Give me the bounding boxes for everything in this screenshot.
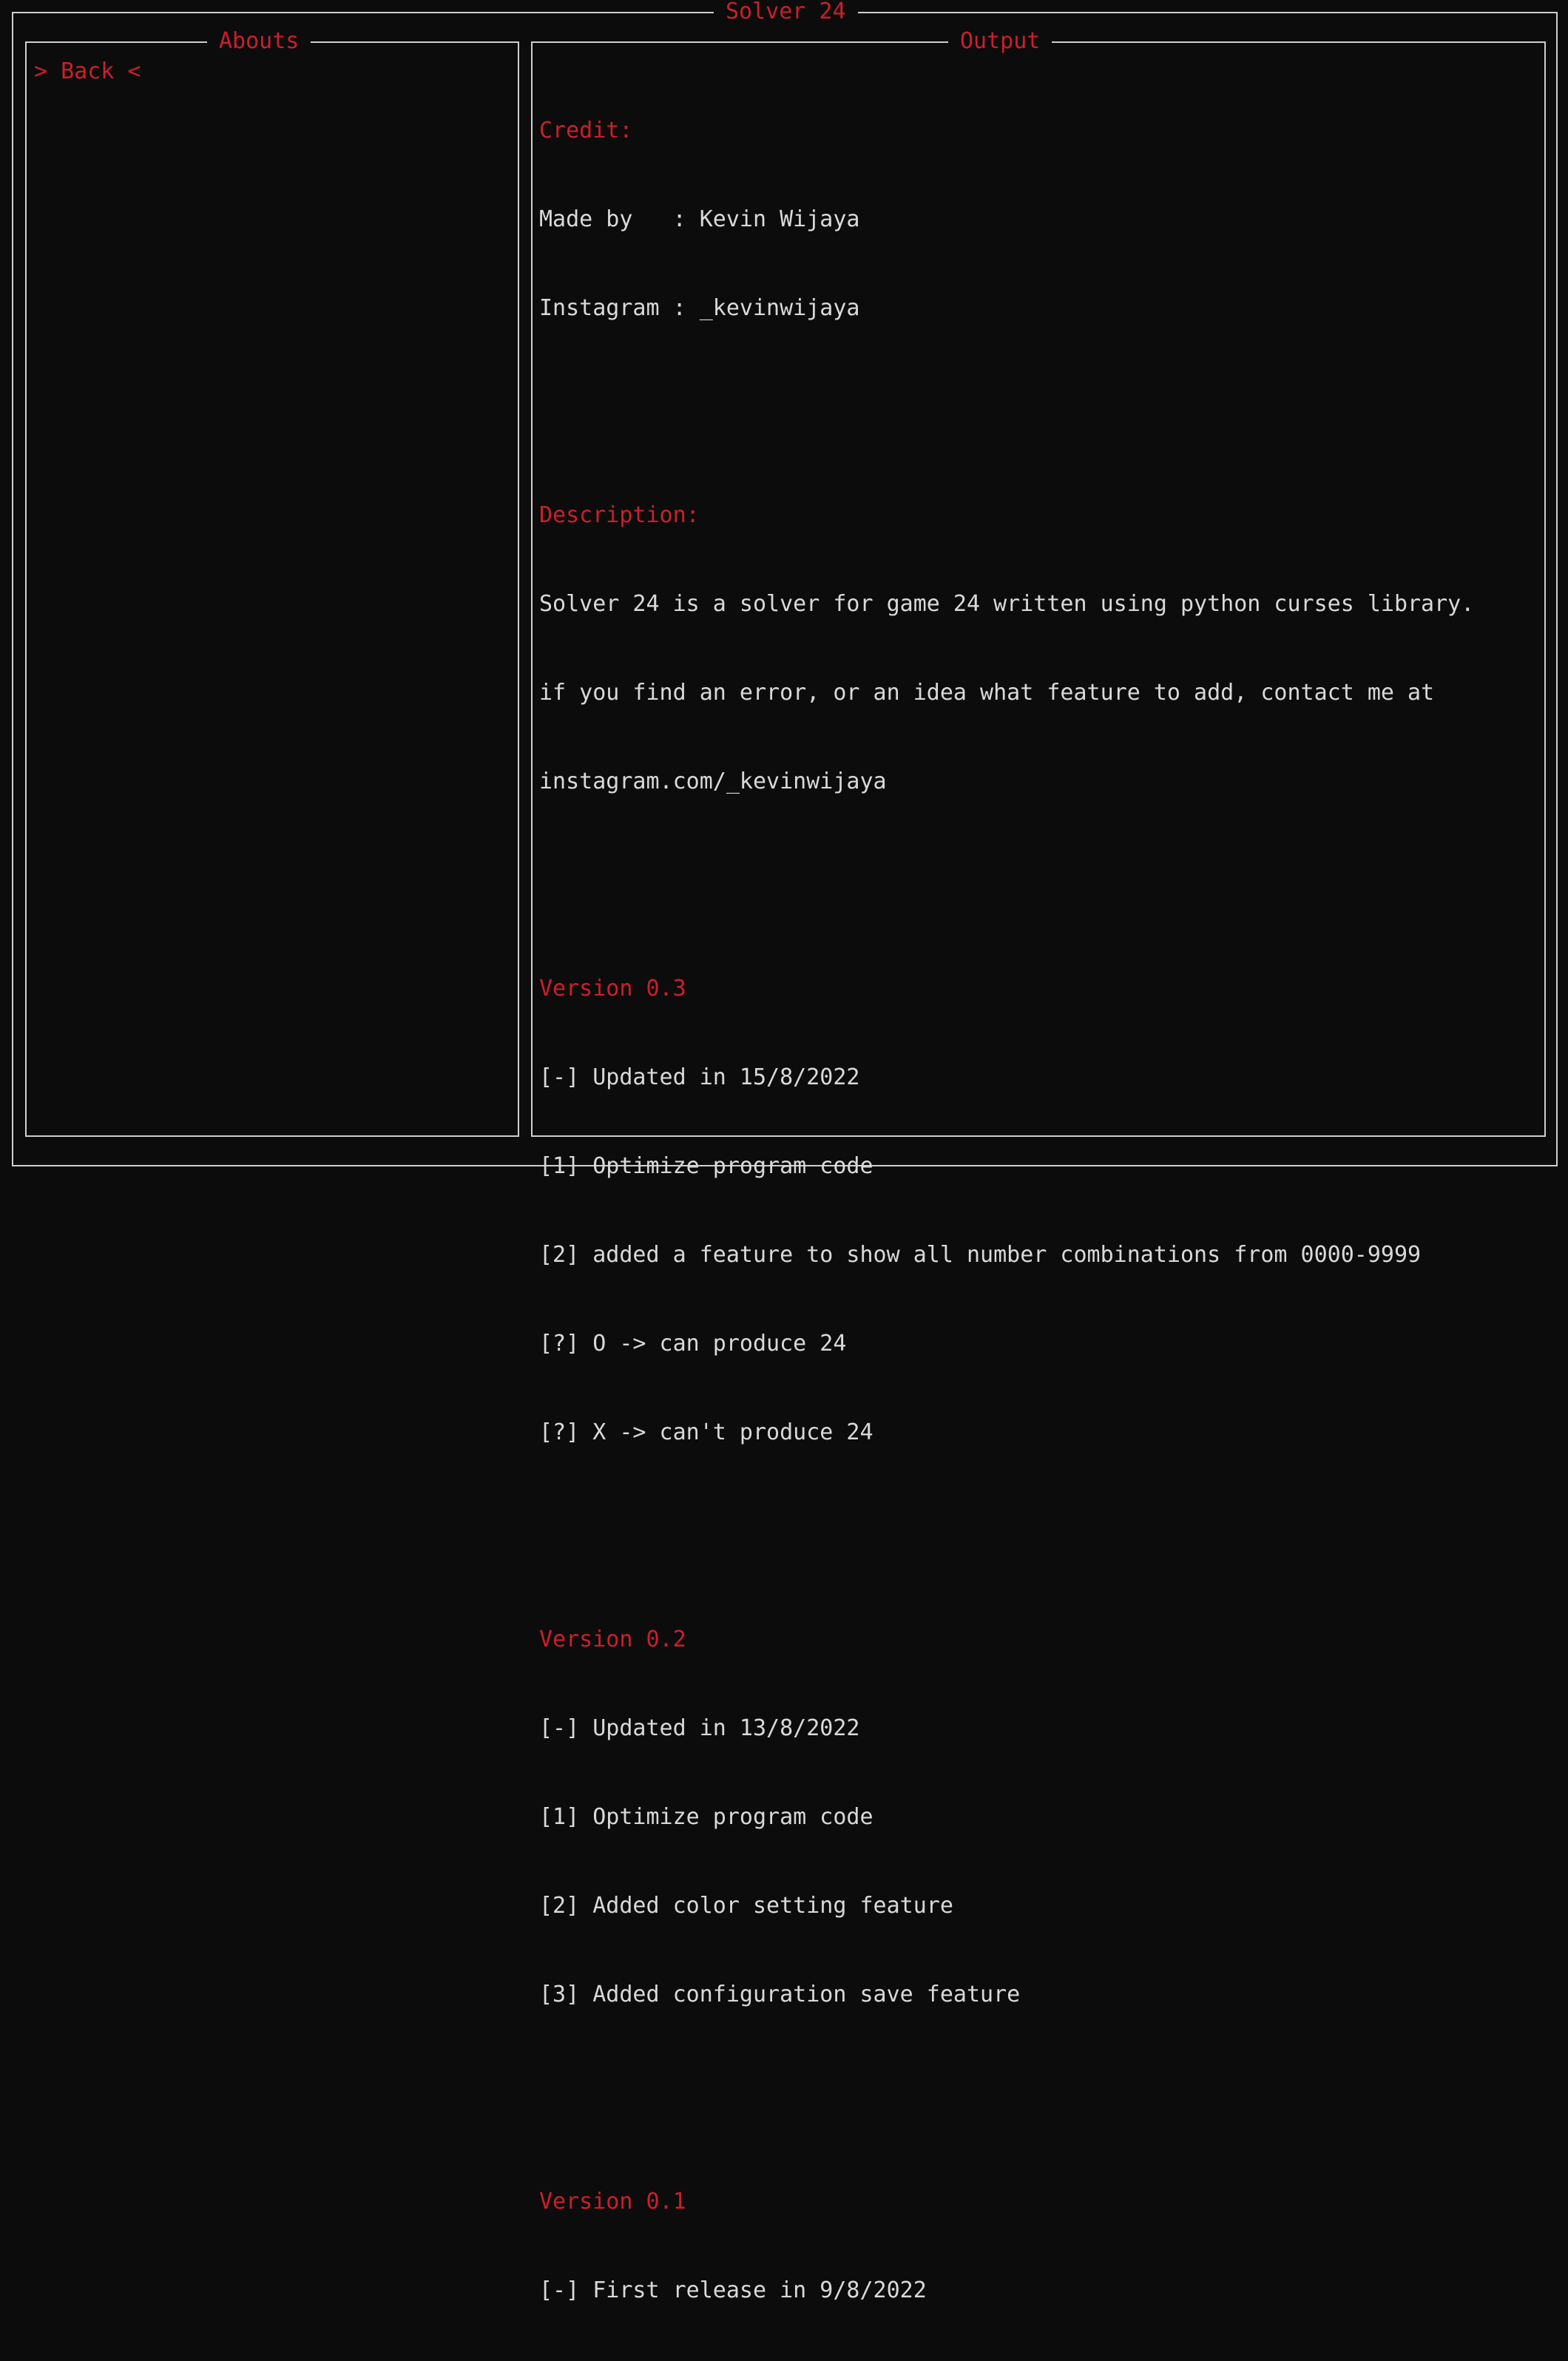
version-line: [-] First release in 9/8/2022 bbox=[539, 2277, 927, 2303]
version-line: [?] X -> can't produce 24 bbox=[539, 1419, 873, 1445]
version-header: Version 0.3 bbox=[539, 976, 686, 1002]
version-line: [-] Updated in 15/8/2022 bbox=[539, 1064, 860, 1090]
credit-line: Made by : Kevin Wijaya bbox=[539, 206, 860, 232]
output-panel-title: Output bbox=[948, 27, 1052, 56]
output-panel: Output Credit: Made by : Kevin Wijaya In… bbox=[531, 27, 1546, 2303]
abouts-panel: Abouts > Back < bbox=[25, 27, 519, 1137]
version-header: Version 0.1 bbox=[539, 2189, 686, 2215]
version-header: Version 0.2 bbox=[539, 1627, 686, 1652]
credit-line: Instagram : _kevinwijaya bbox=[539, 295, 860, 321]
version-line: [1] Optimize program code bbox=[539, 1153, 873, 1179]
description-line: Solver 24 is a solver for game 24 writte… bbox=[539, 591, 1475, 617]
version-line: [1] Optimize program code bbox=[539, 1804, 873, 1830]
description-line: instagram.com/_kevinwijaya bbox=[539, 769, 887, 794]
version-line: [2] added a feature to show all number c… bbox=[539, 1242, 1422, 1268]
description-line: if you find an error, or an idea what fe… bbox=[539, 680, 1435, 706]
back-menu-item[interactable]: > Back < bbox=[34, 57, 141, 87]
credit-header: Credit: bbox=[539, 118, 633, 143]
version-line: [?] O -> can produce 24 bbox=[539, 1331, 847, 1357]
version-line: [-] Updated in 13/8/2022 bbox=[539, 1715, 860, 1741]
version-line: [3] Added configuration save feature bbox=[539, 1982, 1021, 2007]
window-title: Solver 24 bbox=[714, 0, 858, 27]
version-line: [2] Added color setting feature bbox=[539, 1893, 953, 1919]
description-header: Description: bbox=[539, 502, 700, 528]
output-content: Credit: Made by : Kevin Wijaya Instagram… bbox=[539, 57, 1474, 2361]
abouts-panel-title: Abouts bbox=[207, 27, 311, 56]
